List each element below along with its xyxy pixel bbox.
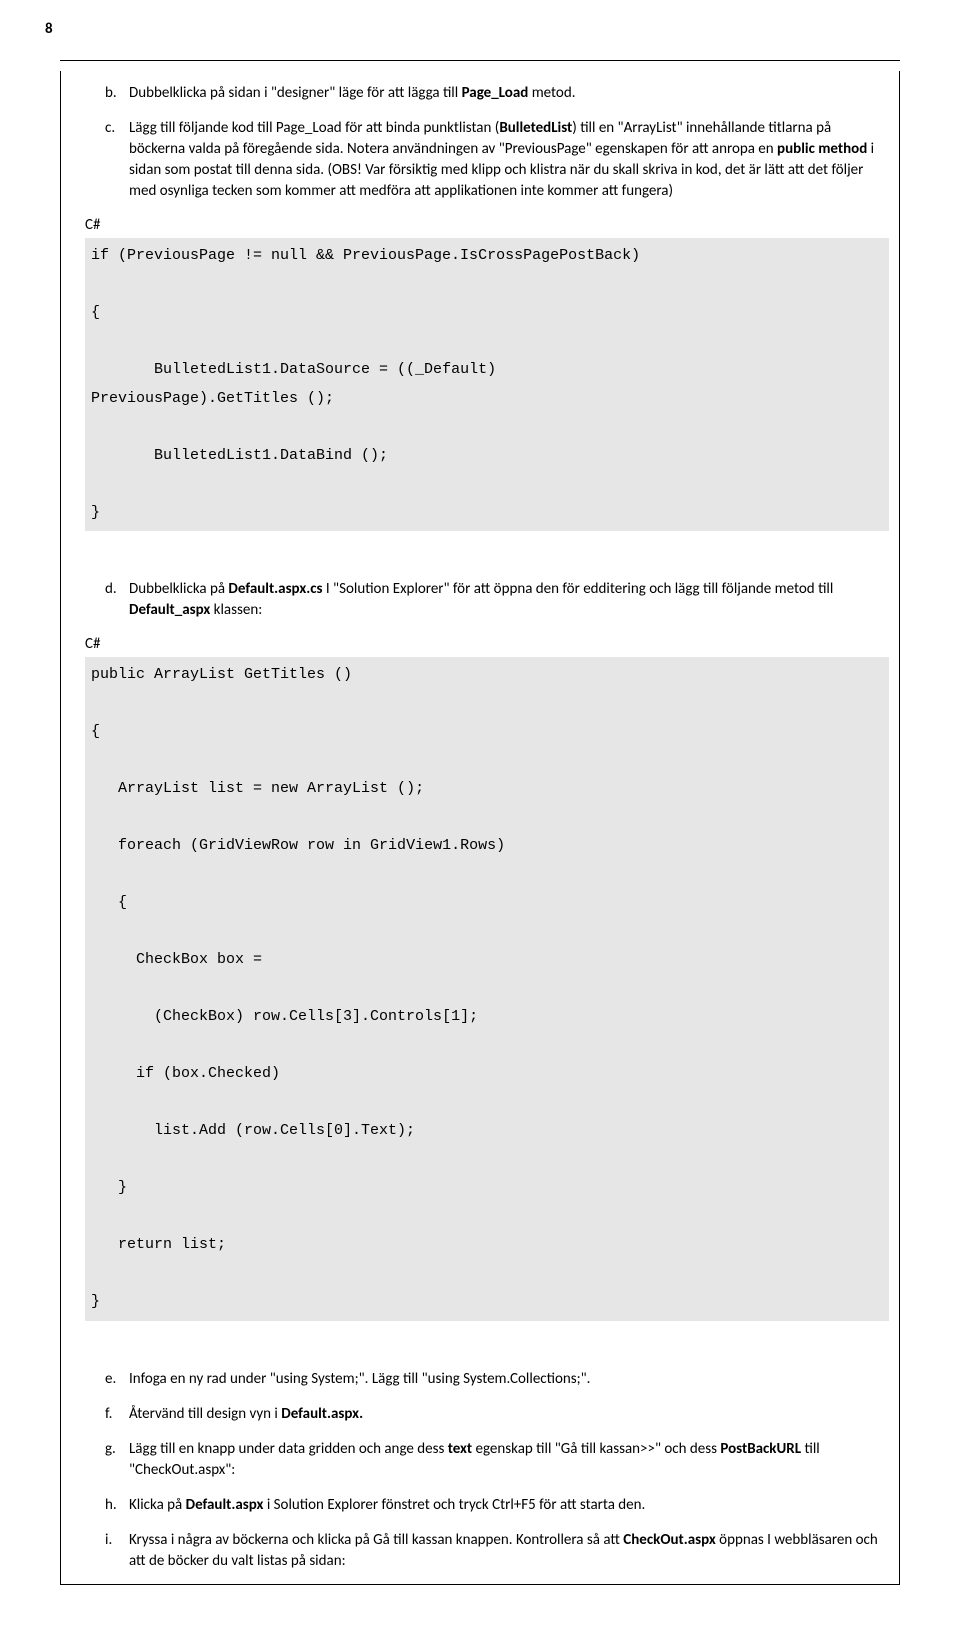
text-bold: Default_aspx (129, 601, 210, 619)
text-bold: CheckOut.aspx (623, 1531, 715, 1549)
text: Lägg till en knapp under data gridden oc… (129, 1440, 448, 1458)
item-body: Dubbelklicka på sidan i "designer" läge … (129, 83, 889, 104)
csharp-label: C# (85, 216, 889, 234)
text-bold: PostBackURL (720, 1440, 801, 1458)
item-g: g. Lägg till en knapp under data gridden… (105, 1439, 889, 1481)
item-letter: i. (105, 1530, 129, 1572)
text: Lägg till följande kod till Page_Load fö… (129, 119, 499, 137)
item-c: c. Lägg till följande kod till Page_Load… (105, 118, 889, 202)
item-letter: h. (105, 1495, 129, 1516)
text-bold: Page_Load (462, 84, 529, 102)
text: Kryssa i några av böckerna och klicka på… (129, 1531, 623, 1549)
item-f: f. Återvänd till design vyn i Default.as… (105, 1404, 889, 1425)
item-e: e. Infoga en ny rad under "using System;… (105, 1369, 889, 1390)
item-body: Infoga en ny rad under "using System;". … (129, 1369, 889, 1390)
item-letter: g. (105, 1439, 129, 1481)
gap (105, 1333, 889, 1369)
content-column: b. Dubbelklicka på sidan i "designer" lä… (101, 83, 889, 1572)
item-d: d. Dubbelklicka på Default.aspx.cs I "So… (105, 579, 889, 621)
document-page: 8 b. Dubbelklicka på sidan i "designer" … (0, 0, 960, 1645)
text: metod. (528, 84, 575, 102)
gap (105, 543, 889, 579)
item-body: Återvänd till design vyn i Default.aspx. (129, 1404, 889, 1425)
text-bold: Default.aspx. (281, 1405, 363, 1423)
text-bold: text (448, 1440, 472, 1458)
code-block-2: public ArrayList GetTitles () { ArrayLis… (85, 657, 889, 1321)
item-body: Lägg till följande kod till Page_Load fö… (129, 118, 889, 202)
text: egenskap till "Gå till kassan>>" och des… (472, 1440, 720, 1458)
text: Dubbelklicka på (129, 580, 228, 598)
text: Återvänd till design vyn i (129, 1405, 281, 1423)
text: klassen: (210, 601, 262, 619)
csharp-label: C# (85, 635, 889, 653)
item-letter: b. (105, 83, 129, 104)
item-b: b. Dubbelklicka på sidan i "designer" lä… (105, 83, 889, 104)
item-i: i. Kryssa i några av böckerna och klicka… (105, 1530, 889, 1572)
page-number: 8 (45, 20, 53, 38)
item-body: Lägg till en knapp under data gridden oc… (129, 1439, 889, 1481)
item-letter: f. (105, 1404, 129, 1425)
item-letter: d. (105, 579, 129, 621)
text: Dubbelklicka på sidan i "designer" läge … (129, 84, 462, 102)
item-letter: c. (105, 118, 129, 202)
item-h: h. Klicka på Default.aspx i Solution Exp… (105, 1495, 889, 1516)
text: Infoga en ny rad under "using System;". … (129, 1370, 590, 1388)
text: I "Solution Explorer" för att öppna den … (323, 580, 834, 598)
item-body: Kryssa i några av böckerna och klicka på… (129, 1530, 889, 1572)
item-body: Dubbelklicka på Default.aspx.cs I "Solut… (129, 579, 889, 621)
code-block-1: if (PreviousPage != null && PreviousPage… (85, 238, 889, 531)
content-cell: b. Dubbelklicka på sidan i "designer" lä… (60, 71, 900, 1585)
text-bold: public method (777, 140, 867, 158)
top-rule (60, 60, 900, 61)
item-letter: e. (105, 1369, 129, 1390)
text-bold: BulletedList (499, 119, 572, 137)
item-body: Klicka på Default.aspx i Solution Explor… (129, 1495, 889, 1516)
text-bold: Default.aspx.cs (228, 580, 322, 598)
